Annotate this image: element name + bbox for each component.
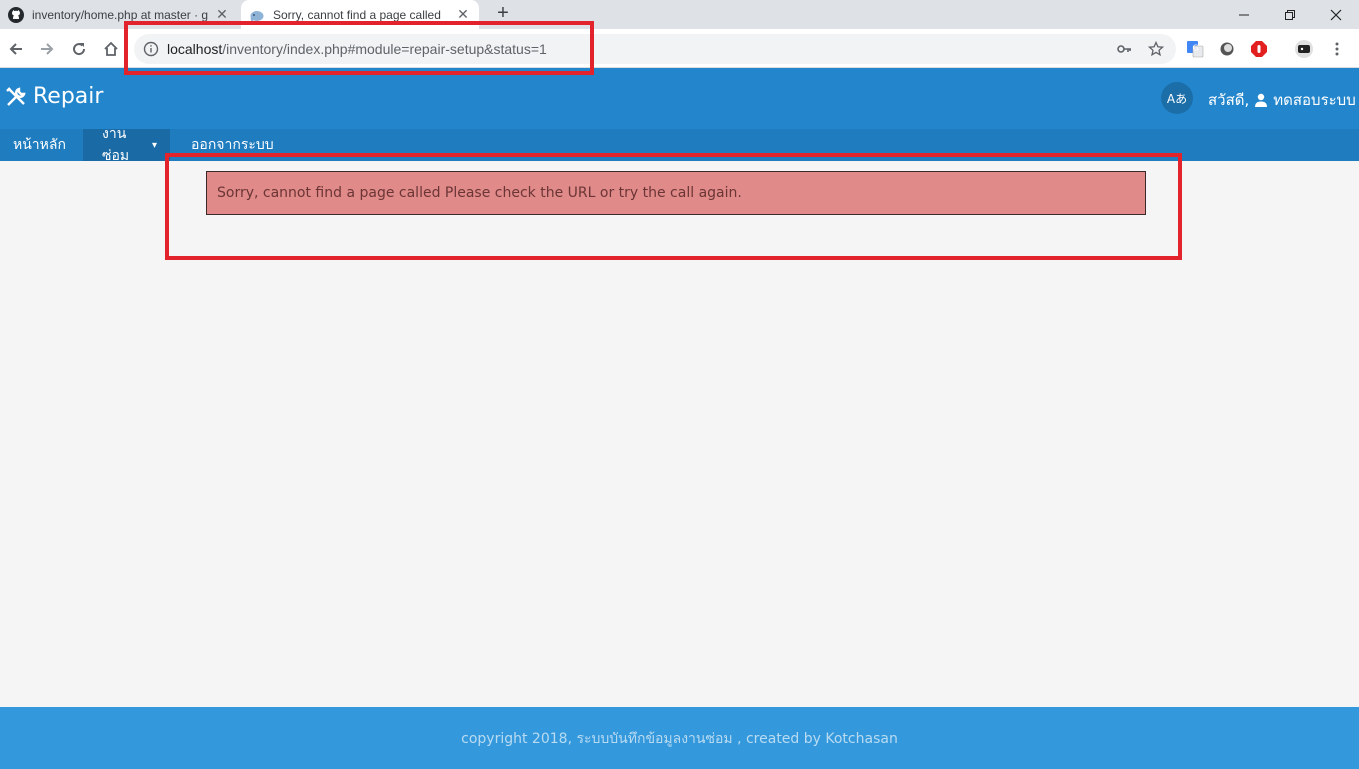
browser-tab-github[interactable]: inventory/home.php at master · g ✕ [0,0,238,29]
browser-tab-current[interactable]: Sorry, cannot find a page called ✕ [241,0,479,29]
star-icon[interactable] [1148,41,1164,57]
elephant-icon [249,7,265,23]
minimize-icon[interactable] [1221,0,1267,29]
browser-tab-strip: inventory/home.php at master · g ✕ Sorry… [0,0,1359,29]
new-tab-button[interactable]: + [492,2,514,25]
url-text[interactable]: localhost/inventory/index.php#module=rep… [167,41,547,57]
adblock-extension-icon[interactable] [1249,39,1269,59]
close-icon[interactable]: ✕ [455,6,471,23]
reload-icon[interactable] [65,35,93,63]
window-close-icon[interactable] [1313,0,1359,29]
footer-text: copyright 2018, ระบบบันทึกข้อมูลงานซ่อม … [461,731,898,747]
forward-icon[interactable] [33,35,61,63]
browser-toolbar: localhost/inventory/index.php#module=rep… [0,29,1359,68]
svg-text:G: G [1193,44,1199,53]
user-greeting[interactable]: สวัสดี, ทดสอบระบบ [1208,88,1356,112]
app-header: Repair Aあ สวัสดี, ทดสอบระบบ [0,68,1359,129]
tab-title: inventory/home.php at master · g [32,7,209,22]
user-icon [1254,93,1268,107]
footer: copyright 2018, ระบบบันทึกข้อมูลงานซ่อม … [0,707,1359,769]
translate-extension-icon[interactable]: G [1185,39,1205,59]
circle-extension-icon[interactable] [1217,39,1237,59]
user-name: ทดสอบระบบ [1273,91,1356,109]
back-icon[interactable] [2,35,30,63]
restore-icon[interactable] [1267,0,1313,29]
greeting-text: สวัสดี, [1208,91,1250,109]
nav-item-home[interactable]: หน้าหลัก [0,129,79,161]
profile-avatar-icon[interactable] [1294,39,1314,59]
error-alert: Sorry, cannot find a page called Please … [206,171,1146,215]
tab-title: Sorry, cannot find a page called [273,7,441,22]
info-icon[interactable] [143,41,159,61]
brand-name: Repair [33,84,104,109]
url-host: localhost [167,41,223,57]
url-path: /inventory/index.php#module=repair-setup… [222,41,547,57]
nav-item-label: ออกจากระบบ [191,137,274,153]
language-button[interactable]: Aあ [1161,82,1193,114]
caret-down-icon: ▾ [151,139,157,151]
key-icon[interactable] [1116,41,1132,57]
nav-item-repair[interactable]: งานซ่อม ▾ [83,126,170,164]
tools-icon [5,86,27,108]
menu-icon[interactable] [1327,39,1347,59]
brand-link[interactable]: Repair [5,84,103,109]
close-icon[interactable]: ✕ [214,6,230,23]
nav-item-logout[interactable]: ออกจากระบบ [178,129,287,161]
nav-item-label: หน้าหลัก [13,137,66,153]
home-icon[interactable] [97,35,125,63]
github-icon [8,6,24,23]
address-bar[interactable]: localhost/inventory/index.php#module=rep… [134,34,1176,64]
nav-item-label: งานซ่อม [102,126,130,164]
main-nav: หน้าหลัก งานซ่อม ▾ ออกจากระบบ [0,126,1359,164]
